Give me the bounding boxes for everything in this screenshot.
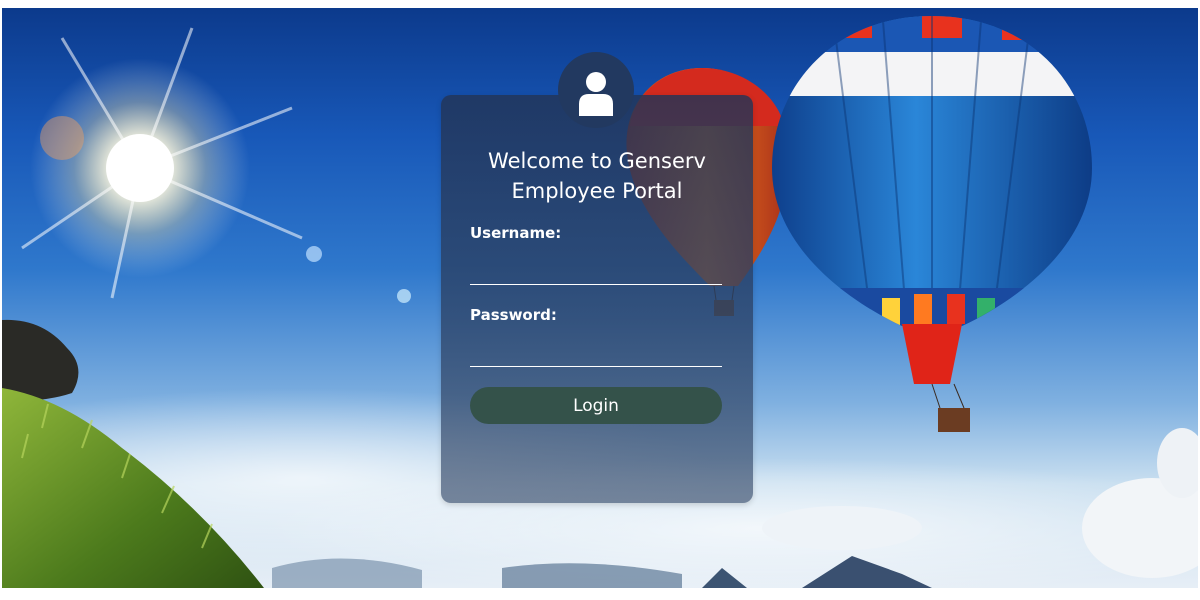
title-line-2: Employee Portal (511, 179, 683, 203)
title-line-1: Welcome to Genserv (488, 149, 706, 173)
password-input[interactable] (470, 340, 722, 367)
user-icon (579, 72, 613, 116)
avatar-badge (558, 52, 634, 128)
login-button[interactable]: Login (470, 387, 722, 424)
username-input[interactable] (470, 258, 722, 285)
password-label: Password: (470, 306, 557, 324)
page-title: Welcome to Genserv Employee Portal (441, 146, 753, 206)
username-label: Username: (470, 224, 562, 242)
